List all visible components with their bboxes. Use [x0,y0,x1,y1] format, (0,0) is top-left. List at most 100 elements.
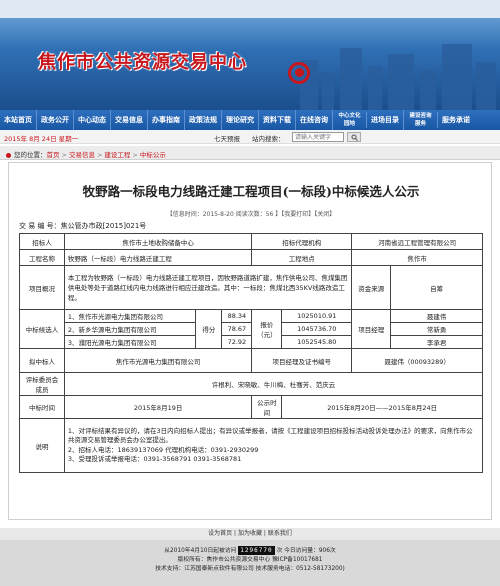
nav-item-promise[interactable]: 服务承诺 [438,110,474,130]
cert-value: 聂建伟（00093289） [351,348,483,373]
nav-item-gov[interactable]: 政务公开 [37,110,74,130]
nav-item-download[interactable]: 资料下载 [259,110,296,130]
note-line-2: 2、招标人电话：18639137069 代理机构电话：0391-2930299 [67,445,259,454]
nav-item-policy[interactable]: 政策法规 [185,110,222,130]
search-button[interactable] [347,132,361,142]
note-line-1: 1、对评标结果有异议的，请在3日内向招标人提出；有异议或举报者，请按《工程建设项… [67,426,473,445]
table-row: 拟中标人 焦作市光源电力集团有限公司 项目经理及证书编号 聂建伟（0009328… [19,348,483,373]
score-2: 78.67 [221,322,253,336]
award-table: 招标人 焦作市土地收购储备中心 招标代理机构 河南省远工程管理有限公司 工程名称… [19,233,484,473]
label-tenderer: 招标人 [19,233,65,250]
banner-building [322,72,334,110]
breadcrumb-construction[interactable]: 建设工程 [104,151,130,159]
search-icon [351,134,358,141]
label-location: 工程地点 [251,249,353,266]
breadcrumb-prefix: 您的位置： [14,151,47,159]
location-value: 焦作市 [351,249,483,266]
banner-building [420,70,436,110]
agent-value: 河南省远工程管理有限公司 [351,233,483,250]
site-logo-icon [288,62,310,84]
label-bid-time: 中标时间 [19,395,65,419]
label-overview: 项目概况 [19,265,65,310]
candidate-1: 1、焦作市光源电力集团有限公司 [63,309,197,323]
site-title: 焦作市公共资源交易中心 [38,52,247,73]
candidate-3: 3、濮阳光源电力集团有限公司 [63,335,197,349]
nav-item-guide[interactable]: 办事指南 [148,110,185,130]
article-panel: 牧野路一标段电力线路迁建工程项目(一标段)中标候选人公示 【信息时间：2015-… [8,162,492,520]
nav-item-culture[interactable]: 中心文化园地 [333,112,367,128]
label-candidates: 中标候选人 [19,309,65,349]
label-project: 工程名称 [19,249,65,266]
score-1: 88.34 [221,309,253,323]
nav-item-research[interactable]: 理论研究 [222,110,259,130]
counter-suffix: 次 今日访问量：906次 [276,548,336,554]
label-fund: 资金来源 [351,265,392,310]
breadcrumb-separator: > [96,151,103,159]
breadcrumb-separator: > [61,151,67,159]
pm-1: 聂建伟 [390,309,483,323]
copyright-line: 版权所有：焦作市公共资源交易中心 豫ICP备10017681 [177,557,323,563]
label-score: 得分 [195,309,223,349]
score-3: 72.92 [221,335,253,349]
banner-building [442,44,472,110]
label-winner: 拟中标人 [19,348,65,373]
pm-3: 李承君 [390,335,483,349]
nav-item-catalog[interactable]: 进场目录 [367,110,404,130]
table-row: 3、濮阳光源电力集团有限公司 72.92 1052545.80 李承君 [20,335,483,349]
note-value: 1、对评标结果有异议的，请在3日内向招标人提出；有异议或举报者，请按《工程建设项… [63,418,484,473]
header-banner: 焦作市公共资源交易中心 [0,0,500,110]
breadcrumb-trade[interactable]: 交易信息 [69,151,95,159]
committee-value: 许根利、宋晓敏、牛川梅、杜骞芳、范庆云 [63,372,484,396]
tenderer-value: 焦作市土地收购储备中心 [63,233,253,250]
search-label: 站内搜索： [252,135,285,143]
pm-2: 常新勇 [390,322,483,336]
price-2: 1045736.70 [281,322,353,336]
label-committee: 评标委员会成员 [19,372,65,396]
breadcrumb-home[interactable]: 首页 [47,151,60,159]
add-favorite-link[interactable]: 加为收藏 [238,530,262,537]
counter-prefix: 从2010年4月10日起被访问 [164,548,237,554]
note-line-3: 3、受理投诉或举报电话：0391-3568791 0391-3568781 [67,455,242,463]
contact-link[interactable]: 联系我们 [268,530,292,537]
notice-time-value: 2015年8月20日——2015年8月24日 [281,395,483,419]
banner-building [476,62,496,110]
visit-counter: 1296770 [238,546,275,555]
overview-value: 本工程为牧野路（一标段）电力线路迁建工程项目，因牧野路道路扩建，焦作供电公司、焦… [63,265,353,310]
weather-link[interactable]: 七天预报 [214,133,240,143]
article-meta[interactable]: 【信息时间：2015-8-20 阅读次数：56 】【我要打印】【关闭】 [9,209,493,218]
breadcrumb-current[interactable]: 中标公示 [140,151,166,159]
tech-support-line: 技术支持：江苏国泰新点软件有限公司 技术服务电话：0512-58173200) [155,566,345,572]
main-nav: 本站首页 政务公开 中心动态 交易信息 办事指南 政策法规 理论研究 资料下载 … [0,110,500,130]
search-input[interactable] [292,132,344,142]
candidate-2: 2、新乡华源电力集团有限公司 [63,322,197,336]
breadcrumb-separator: > [132,151,138,159]
table-row: 评标委员会成员 许根利、宋晓敏、牛川梅、杜骞芳、范庆云 [19,372,484,396]
label-price: 报价（元） [251,309,283,349]
nav-item-trade[interactable]: 交易信息 [111,110,148,130]
set-homepage-link[interactable]: 设为首页 [208,530,232,537]
banner-building [388,54,414,110]
nav-item-home[interactable]: 本站首页 [0,110,37,130]
banner-sky [0,0,500,18]
project-value: 牧野路（一标段）电力线路迁建工程 [63,249,253,266]
table-row: 2、新乡华源电力集团有限公司 78.67 1045736.70 常新勇 [20,322,483,336]
table-row: 中标候选人 1、焦作市光源电力集团有限公司 得分 88.34 报价（元） 102… [19,309,483,349]
banner-building [368,66,382,110]
label-pm: 项目经理 [351,309,392,349]
nav-item-news[interactable]: 中心动态 [74,110,111,130]
label-notice-time: 公示时间 [251,395,283,419]
price-3: 1052545.80 [281,335,353,349]
table-row: 项目概况 本工程为牧野路（一标段）电力线路迁建工程项目，因牧野路道路扩建，焦作供… [19,265,483,310]
article-title: 牧野路一标段电力线路迁建工程项目(一标段)中标候选人公示 [82,184,420,199]
nav-item-build-consult[interactable]: 建设咨询服务 [404,112,438,128]
trade-number: 交 易 编 号：焦公管办市政[2015]021号 [19,222,147,230]
footer-links: 设为首页 | 加为收藏 | 联系我们 [0,528,500,540]
banner-building [340,48,362,110]
bid-time-value: 2015年8月19日 [63,395,253,419]
fund-value: 自筹 [390,265,483,310]
footer-info: 从2010年4月10日起被访问 1296770 次 今日访问量：906次 版权所… [0,540,500,586]
nav-item-consult[interactable]: 在线咨询 [296,110,333,130]
price-1: 1025010.91 [281,309,353,323]
winner-value: 焦作市光源电力集团有限公司 [63,348,253,373]
info-bar: 2015年 8月 24日 星期一 七天预报 站内搜索： [0,130,500,144]
